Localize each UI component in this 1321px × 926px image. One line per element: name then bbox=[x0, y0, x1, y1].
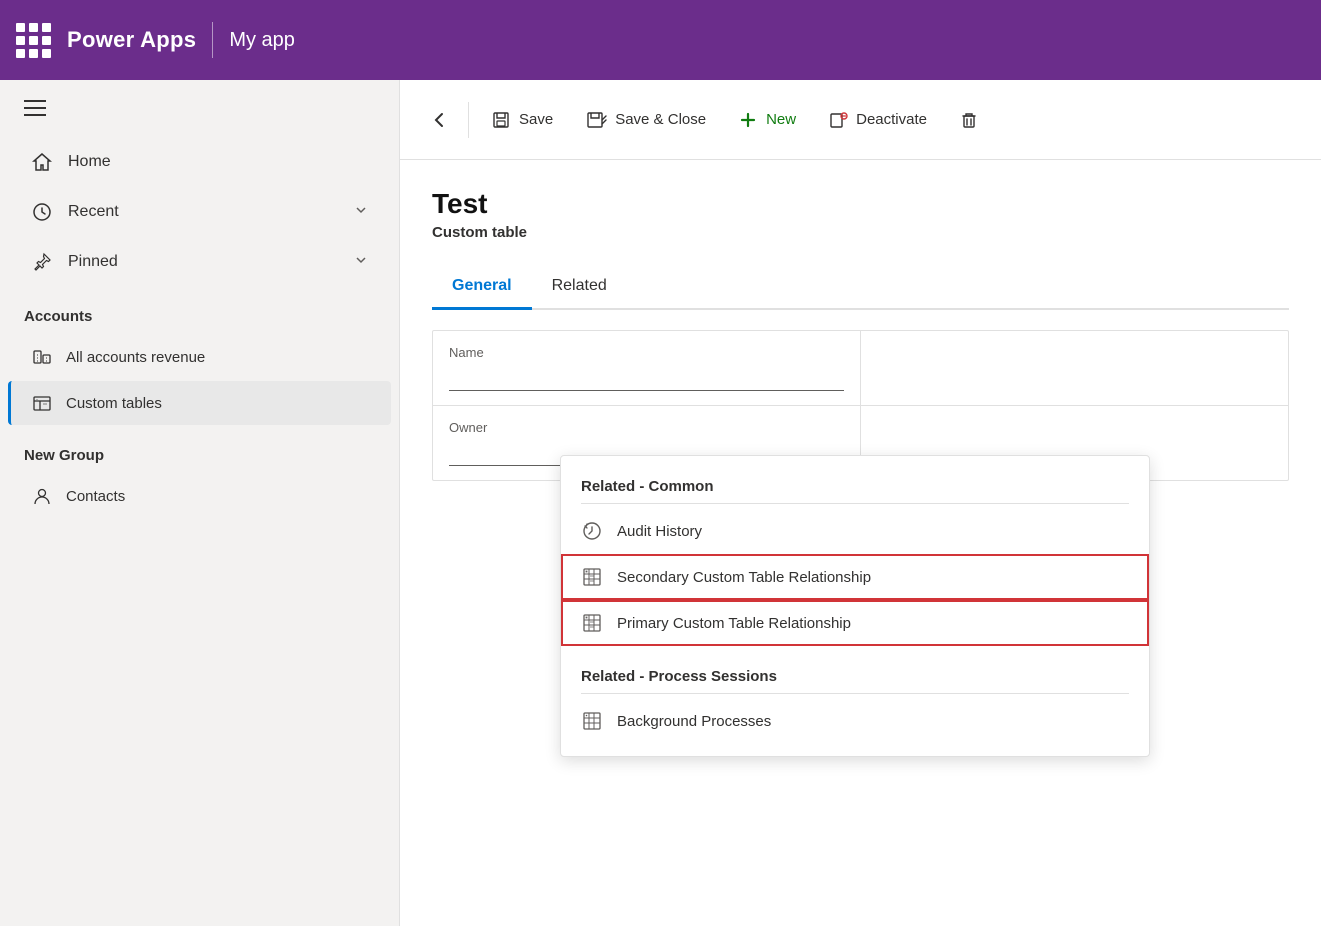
sidebar-item-contacts-label: Contacts bbox=[66, 488, 125, 505]
form-label-owner: Owner bbox=[449, 420, 844, 435]
page-subtitle: Custom table bbox=[432, 224, 1289, 241]
dropdown-item-secondary-custom-table-label: Secondary Custom Table Relationship bbox=[617, 569, 871, 586]
back-button[interactable] bbox=[416, 102, 460, 138]
sidebar-item-pinned-label: Pinned bbox=[68, 253, 118, 271]
new-plus-icon bbox=[738, 110, 758, 130]
sidebar-item-all-accounts-label: All accounts revenue bbox=[66, 349, 205, 366]
delete-button[interactable] bbox=[945, 102, 993, 138]
main-layout: Home Recent Pinned bbox=[0, 80, 1321, 926]
page-title: Test bbox=[432, 188, 1289, 220]
sidebar-item-contacts[interactable]: Contacts bbox=[8, 474, 391, 518]
save-icon bbox=[491, 110, 511, 130]
bg-process-icon bbox=[581, 710, 603, 732]
app-title: Power Apps bbox=[67, 27, 196, 53]
tab-related[interactable]: Related bbox=[532, 265, 627, 310]
top-bar: Power Apps My app bbox=[0, 0, 1321, 80]
page-content: Test Custom table General Related Name bbox=[400, 160, 1321, 926]
form-input-name[interactable] bbox=[449, 366, 844, 391]
person-icon bbox=[32, 486, 52, 506]
sidebar-item-home[interactable]: Home bbox=[8, 138, 391, 186]
hamburger-icon bbox=[24, 100, 46, 116]
sidebar-item-recent-label: Recent bbox=[68, 203, 119, 221]
accounts-icon bbox=[32, 347, 52, 367]
table-icon bbox=[32, 393, 52, 413]
related-dropdown: Related - Common Audit History bbox=[560, 455, 1150, 757]
deactivate-button[interactable]: Deactivate bbox=[814, 102, 941, 138]
save-close-label: Save & Close bbox=[615, 111, 706, 128]
home-icon bbox=[32, 152, 52, 172]
new-label: New bbox=[766, 111, 796, 128]
sidebar-item-recent[interactable]: Recent bbox=[8, 188, 391, 236]
sidebar-item-all-accounts-revenue[interactable]: All accounts revenue bbox=[8, 335, 391, 379]
dropdown-item-background-processes-label: Background Processes bbox=[617, 713, 771, 730]
dropdown-item-audit-history[interactable]: Audit History bbox=[561, 508, 1149, 554]
sidebar-nav: Home Recent Pinned bbox=[0, 136, 399, 536]
sidebar-item-pinned[interactable]: Pinned bbox=[8, 238, 391, 286]
dropdown-item-primary-custom-table[interactable]: Primary Custom Table Relationship bbox=[561, 600, 1149, 646]
dropdown-section-process-title: Related - Process Sessions bbox=[561, 658, 1149, 693]
clock-icon bbox=[32, 202, 52, 222]
dropdown-divider-1 bbox=[581, 503, 1129, 504]
save-close-icon bbox=[585, 110, 607, 130]
dropdown-item-audit-history-label: Audit History bbox=[617, 523, 702, 540]
toolbar-divider-1 bbox=[468, 102, 469, 138]
save-close-button[interactable]: Save & Close bbox=[571, 102, 720, 138]
delete-icon bbox=[959, 110, 979, 130]
pinned-chevron-icon bbox=[355, 253, 367, 271]
deactivate-icon bbox=[828, 110, 848, 130]
tab-related-label: Related bbox=[552, 277, 607, 294]
form-cell-empty-1 bbox=[861, 331, 1288, 405]
tab-general-label: General bbox=[452, 277, 512, 294]
app-launcher-button[interactable] bbox=[16, 23, 51, 58]
content-area: Save Save & Close New bbox=[400, 80, 1321, 926]
back-arrow-icon bbox=[428, 110, 448, 130]
recent-chevron-icon bbox=[355, 203, 367, 221]
sidebar-item-home-label: Home bbox=[68, 153, 111, 171]
save-label: Save bbox=[519, 111, 553, 128]
new-group-section-label: New Group bbox=[0, 427, 399, 472]
accounts-section-label: Accounts bbox=[0, 288, 399, 333]
top-bar-divider bbox=[212, 22, 213, 58]
dropdown-item-primary-custom-table-label: Primary Custom Table Relationship bbox=[617, 615, 851, 632]
dropdown-section-common-title: Related - Common bbox=[561, 468, 1149, 503]
form-cell-name: Name bbox=[433, 331, 861, 405]
form-label-name: Name bbox=[449, 345, 844, 360]
dropdown-item-secondary-custom-table[interactable]: Secondary Custom Table Relationship bbox=[561, 554, 1149, 600]
table-rel-icon-primary bbox=[581, 612, 603, 634]
dropdown-divider-2 bbox=[581, 693, 1129, 694]
table-rel-icon-secondary bbox=[581, 566, 603, 588]
form-row-name: Name bbox=[433, 331, 1288, 406]
toolbar: Save Save & Close New bbox=[400, 80, 1321, 160]
app-name: My app bbox=[229, 29, 295, 52]
history-icon bbox=[581, 520, 603, 542]
deactivate-label: Deactivate bbox=[856, 111, 927, 128]
sidebar-item-custom-tables[interactable]: Custom tables bbox=[8, 381, 391, 425]
sidebar: Home Recent Pinned bbox=[0, 80, 400, 926]
tab-general[interactable]: General bbox=[432, 265, 532, 310]
hamburger-button[interactable] bbox=[0, 80, 399, 136]
pin-icon bbox=[32, 252, 52, 272]
dropdown-item-background-processes[interactable]: Background Processes bbox=[561, 698, 1149, 744]
save-button[interactable]: Save bbox=[477, 102, 567, 138]
tabs: General Related bbox=[432, 265, 1289, 310]
sidebar-item-custom-tables-label: Custom tables bbox=[66, 395, 162, 412]
new-button[interactable]: New bbox=[724, 102, 810, 138]
